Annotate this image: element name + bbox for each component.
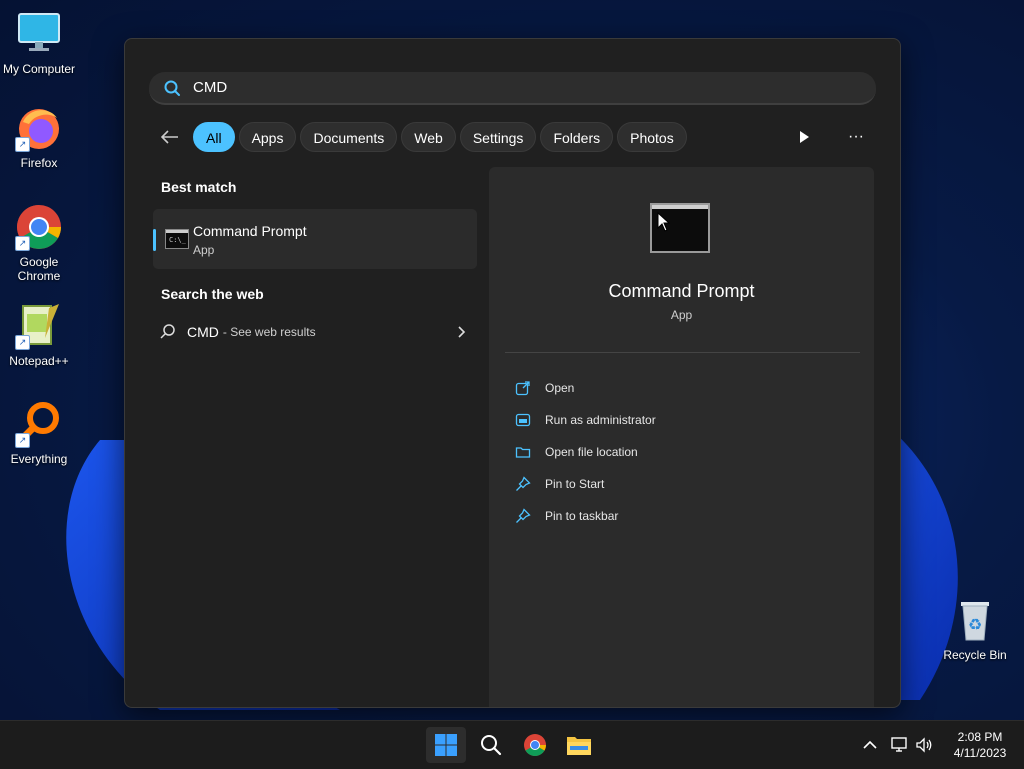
volume-icon[interactable] (914, 735, 934, 755)
action-pin-to-start[interactable]: Pin to Start (515, 468, 656, 500)
more-options-icon[interactable]: ··· (845, 128, 867, 146)
search-web-heading: Search the web (161, 286, 264, 302)
best-match-name: Command Prompt (193, 223, 307, 239)
open-icon (515, 381, 530, 396)
chevron-right-icon[interactable] (453, 324, 469, 340)
search-icon (160, 324, 175, 339)
best-match-item[interactable]: C:\_ Command Prompt App (153, 209, 477, 269)
filter-chip-documents[interactable]: Documents (300, 122, 398, 152)
play-icon[interactable] (795, 128, 813, 146)
start-search-panel: All Apps Documents Web Settings Folders … (124, 38, 901, 708)
best-match-heading: Best match (161, 179, 237, 195)
selection-accent (153, 229, 156, 251)
desktop-icon-label: Everything (10, 452, 68, 466)
mouse-cursor-icon (657, 212, 671, 232)
network-icon[interactable] (890, 735, 910, 755)
taskbar-search-button[interactable] (471, 727, 511, 763)
desktop-icon-label: Recycle Bin (943, 648, 1007, 662)
desktop-icon-firefox[interactable]: ↗ Firefox (0, 104, 79, 170)
divider (505, 352, 860, 353)
desktop-icon-label: My Computer (2, 62, 76, 76)
taskbar: 2:08 PM 4/11/2023 (0, 720, 1024, 769)
search-input[interactable] (191, 78, 795, 97)
system-clock[interactable]: 2:08 PM 4/11/2023 (940, 729, 1020, 761)
web-query: CMD (187, 324, 219, 340)
details-pane: Command Prompt App Open Run as administr… (489, 167, 874, 707)
web-result-item[interactable]: CMD - See web results (159, 315, 469, 349)
svg-text:♻: ♻ (968, 615, 982, 634)
desktop-icon-label: Firefox (20, 156, 58, 170)
action-open[interactable]: Open (515, 372, 656, 404)
firefox-icon: ↗ (15, 104, 63, 152)
back-arrow-icon[interactable] (159, 126, 181, 148)
search-icon (481, 735, 502, 756)
action-open-file-location[interactable]: Open file location (515, 436, 656, 468)
filter-chip-web[interactable]: Web (401, 122, 456, 152)
monitor-icon (15, 10, 63, 58)
web-hint: - See web results (222, 325, 316, 339)
action-label: Pin to Start (545, 477, 605, 491)
filter-chip-folders[interactable]: Folders (540, 122, 614, 152)
svg-text:C:\_: C:\_ (169, 236, 187, 244)
start-button[interactable] (426, 727, 466, 763)
clock-time: 2:08 PM (957, 730, 1003, 744)
pin-icon (516, 476, 531, 491)
best-match-type: App (193, 243, 215, 257)
magnifier-icon: ↗ (15, 400, 63, 448)
filter-chip-settings[interactable]: Settings (459, 122, 537, 152)
command-prompt-icon: C:\_ (165, 229, 189, 249)
search-box[interactable] (149, 72, 876, 105)
filter-chip-all[interactable]: All (193, 122, 235, 152)
desktop-icon-notepadpp[interactable]: ↗ Notepad++ (0, 302, 79, 368)
folder-icon (515, 447, 531, 458)
folder-icon (567, 737, 591, 755)
clock-date: 4/11/2023 (953, 746, 1007, 760)
windows-logo-icon (435, 734, 457, 756)
filter-chip-photos[interactable]: Photos (617, 122, 687, 152)
recycle-bin-icon: ♻ (951, 596, 999, 644)
pin-icon (516, 508, 531, 523)
action-pin-to-taskbar[interactable]: Pin to taskbar (515, 500, 656, 532)
chrome-icon (524, 734, 546, 756)
details-app-type: App (670, 308, 693, 322)
filter-bar: All Apps Documents Web Settings Folders … (159, 121, 691, 153)
action-label: Pin to taskbar (545, 509, 619, 523)
desktop-icon-recycle-bin[interactable]: ♻ Recycle Bin (935, 596, 1015, 662)
action-run-as-admin[interactable]: Run as administrator (515, 404, 656, 436)
window-titlebar (652, 205, 708, 209)
taskbar-chrome-button[interactable] (515, 727, 555, 763)
notepadpp-icon: ↗ (15, 302, 63, 350)
desktop-icon-chrome[interactable]: ↗ Google Chrome (0, 203, 79, 283)
desktop-icon-label: Google Chrome (17, 255, 61, 283)
shortcut-arrow-icon: ↗ (15, 137, 30, 152)
taskbar-file-explorer-button[interactable] (559, 727, 599, 763)
shortcut-arrow-icon: ↗ (15, 335, 30, 350)
desktop-icon-everything[interactable]: ↗ Everything (0, 400, 79, 466)
action-label: Run as administrator (545, 413, 656, 427)
shortcut-arrow-icon: ↗ (15, 236, 30, 251)
chevron-up-icon[interactable] (860, 735, 880, 755)
actions-list: Open Run as administrator Open file loca… (515, 372, 656, 532)
desktop-icon-label: Notepad++ (9, 354, 69, 368)
action-label: Open file location (545, 445, 638, 459)
desktop-icon-my-computer[interactable]: My Computer (0, 10, 79, 76)
admin-icon (515, 413, 531, 427)
search-icon (164, 80, 180, 96)
chrome-icon: ↗ (15, 203, 63, 251)
filter-chip-apps[interactable]: Apps (238, 122, 297, 152)
action-label: Open (545, 381, 575, 395)
shortcut-arrow-icon: ↗ (15, 433, 30, 448)
details-app-name: Command Prompt (608, 281, 755, 301)
